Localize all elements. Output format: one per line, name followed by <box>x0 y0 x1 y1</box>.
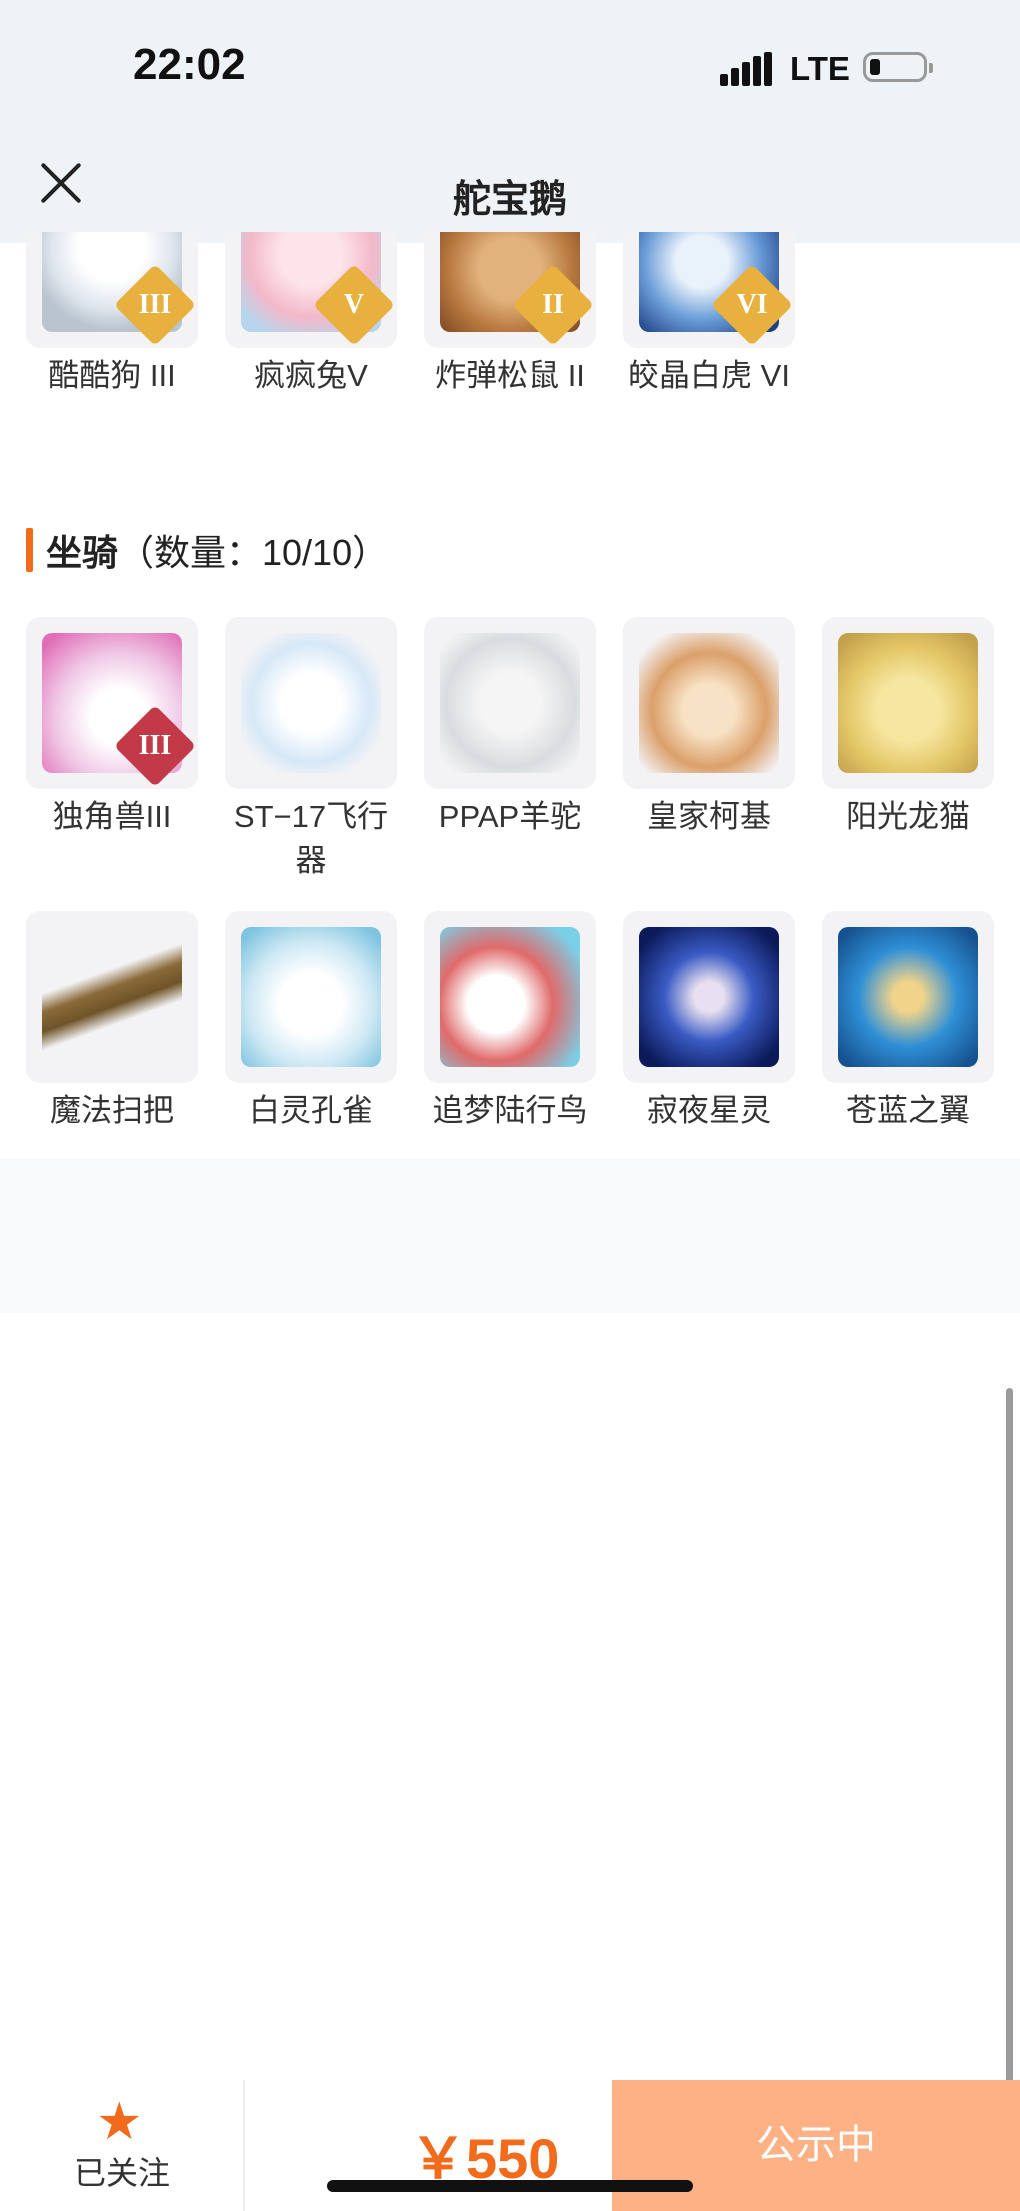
section-count: （数量：10/10） <box>118 532 389 573</box>
pet-item[interactable]: III 酷酷狗 III <box>26 232 198 398</box>
mount-item[interactable]: PPAP羊驼 <box>424 617 596 839</box>
follow-button[interactable]: ★ 已关注 <box>0 2080 244 2211</box>
network-type: LTE <box>790 50 850 87</box>
pet-label: 酷酷狗 III <box>48 358 176 393</box>
pet-label: 疯疯兔V <box>254 358 368 393</box>
section-spacer <box>0 1158 1020 1313</box>
home-indicator[interactable] <box>327 2180 693 2192</box>
night-star-wolf-icon <box>639 927 779 1067</box>
alpaca-sunglasses-icon <box>440 633 580 773</box>
mount-label: ST−17飞行器 <box>233 799 389 878</box>
page-title: 舵宝鹅 <box>452 179 567 221</box>
mount-label: 魔法扫把 <box>50 1093 174 1128</box>
corgi-crown-icon <box>639 633 779 773</box>
aircraft-icon <box>241 633 381 773</box>
signal-icon <box>720 52 772 86</box>
magic-broom-icon <box>42 927 182 1067</box>
pet-item[interactable]: VI 皎晶白虎 VI <box>623 232 795 398</box>
pet-label: 炸弹松鼠 II <box>435 358 585 393</box>
status-bar: 22:02 LTE <box>0 0 1020 130</box>
blue-dragon-icon <box>838 927 978 1067</box>
scrollbar[interactable] <box>1006 1388 1013 2088</box>
follow-label: 已关注 <box>73 2155 170 2191</box>
pet-item[interactable]: II 炸弹松鼠 II <box>424 232 596 398</box>
dream-bird-icon <box>440 927 580 1067</box>
mount-label: 苍蓝之翼 <box>846 1093 970 1128</box>
mount-item[interactable]: ST−17飞行器 <box>225 617 397 883</box>
mount-item[interactable]: 阳光龙猫 <box>822 617 994 839</box>
pet-label: 皎晶白虎 VI <box>628 358 790 393</box>
mount-label: 寂夜星灵 <box>647 1093 771 1128</box>
status-time: 22:02 <box>133 40 246 89</box>
section-accent-bar <box>26 528 33 572</box>
mount-label: PPAP羊驼 <box>438 799 582 834</box>
mount-label: 追梦陆行鸟 <box>432 1093 588 1128</box>
battery-icon <box>863 52 933 82</box>
mount-item[interactable]: 苍蓝之翼 <box>822 911 994 1133</box>
mount-item[interactable]: 追梦陆行鸟 <box>424 911 596 1133</box>
white-peacock-icon <box>241 927 381 1067</box>
mount-label: 阳光龙猫 <box>846 799 970 834</box>
mount-item[interactable]: 白灵孔雀 <box>225 911 397 1133</box>
section-title: 坐骑（数量：10/10） <box>46 532 389 573</box>
mount-item[interactable]: 魔法扫把 <box>26 911 198 1133</box>
totoro-cat-icon <box>838 633 978 773</box>
mount-label: 独角兽III <box>52 799 172 834</box>
pet-item[interactable]: V 疯疯兔V <box>225 232 397 398</box>
mount-item[interactable]: III 独角兽III <box>26 617 198 839</box>
mount-label: 白灵孔雀 <box>249 1093 373 1128</box>
divider <box>243 2080 245 2211</box>
mount-item[interactable]: 皇家柯基 <box>623 617 795 839</box>
mount-item[interactable]: 寂夜星灵 <box>623 911 795 1133</box>
nav-bar: 舵宝鹅 <box>0 130 1020 243</box>
mount-label: 皇家柯基 <box>647 799 771 834</box>
star-icon: ★ <box>96 2093 143 2151</box>
